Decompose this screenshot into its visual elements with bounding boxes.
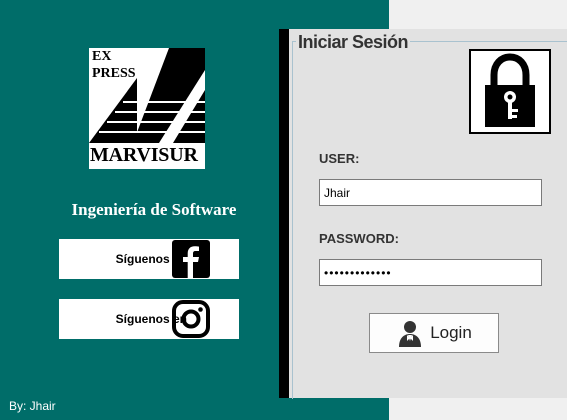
logo-text-press: PRESS — [92, 66, 136, 81]
login-button[interactable]: Login — [369, 313, 499, 353]
lock-image — [469, 49, 551, 134]
company-logo: EX PRESS MARVISUR — [89, 48, 205, 169]
lock-key-icon — [485, 53, 535, 127]
user-icon — [399, 321, 422, 347]
username-label: USER: — [319, 151, 360, 166]
facebook-follow-label: Síguenos en — [115, 252, 187, 266]
username-input[interactable] — [319, 179, 542, 206]
instagram-follow-label: Síguenos en — [115, 312, 187, 326]
instagram-icon — [172, 300, 210, 338]
facebook-follow-button[interactable]: Síguenos en — [59, 239, 239, 279]
logo-text-ex: EX — [92, 49, 112, 64]
login-button-label: Login — [430, 323, 472, 342]
login-panel-accent-bar — [279, 29, 289, 398]
password-label: PASSWORD: — [319, 231, 399, 246]
instagram-follow-button[interactable]: Síguenos en — [59, 299, 239, 339]
logo-company-name: MARVISUR — [90, 144, 198, 166]
login-title: Iniciar Sesión — [296, 32, 411, 53]
password-input[interactable] — [319, 259, 542, 286]
facebook-icon — [172, 240, 210, 278]
author-credit: By: Jhair — [9, 399, 56, 413]
brand-subtitle: Ingeniería de Software — [71, 200, 237, 219]
